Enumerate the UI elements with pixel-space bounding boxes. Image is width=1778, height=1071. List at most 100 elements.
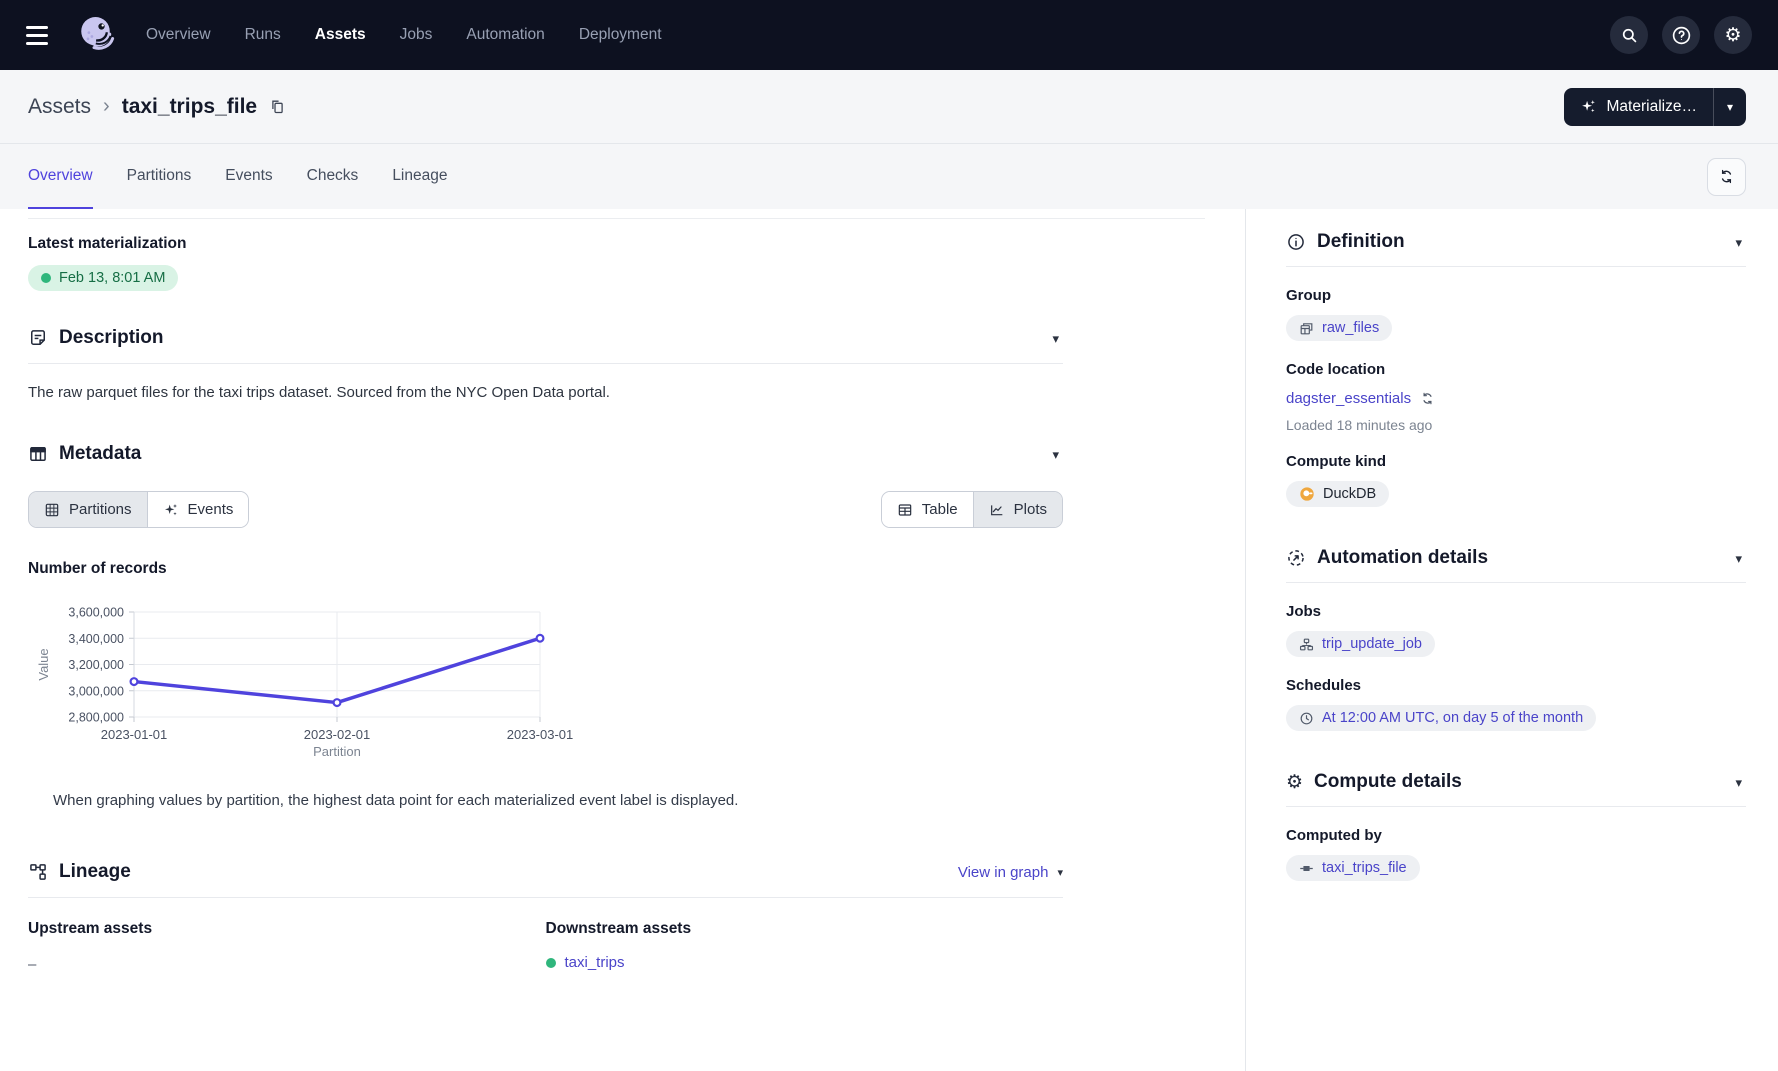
refresh-icon[interactable] — [1707, 158, 1746, 196]
definition-collapse-chevron-icon[interactable]: ▾ — [1731, 232, 1746, 253]
downstream-assets-label: Downstream assets — [546, 920, 1064, 938]
table-icon — [897, 502, 913, 518]
nav-item-overview[interactable]: Overview — [146, 26, 211, 44]
app-root: Overview Runs Assets Jobs Automation Dep… — [0, 0, 1778, 1071]
toggle-events-button[interactable]: Events — [147, 492, 249, 527]
definition-section-header: Definition ▾ — [1286, 231, 1746, 253]
tab-partitions[interactable]: Partitions — [127, 144, 192, 209]
svg-text:2023-03-01: 2023-03-01 — [507, 727, 573, 742]
latest-materialization-label: Latest materialization — [28, 235, 1063, 253]
description-text: The raw parquet files for the taxi trips… — [28, 384, 1063, 401]
sparkle-icon — [1580, 98, 1597, 115]
svg-text:3,000,000: 3,000,000 — [68, 684, 124, 698]
search-icon[interactable] — [1610, 16, 1648, 54]
svg-text:3,200,000: 3,200,000 — [68, 658, 124, 672]
tab-checks[interactable]: Checks — [307, 144, 359, 209]
breadcrumb-assets-link[interactable]: Assets — [28, 95, 91, 119]
latest-materialization-badge[interactable]: Feb 13, 8:01 AM — [28, 265, 178, 291]
downstream-assets-column: Downstream assets taxi_trips — [546, 920, 1064, 973]
success-dot-icon — [41, 273, 51, 283]
toggle-table-button[interactable]: Table — [882, 492, 973, 527]
view-in-graph-link[interactable]: View in graph ▾ — [958, 864, 1063, 881]
metadata-section: Metadata ▾ — [28, 443, 1063, 809]
chevron-down-icon: ▾ — [1727, 100, 1733, 114]
schedule-badge[interactable]: At 12:00 AM UTC, on day 5 of the month — [1286, 705, 1596, 731]
downstream-asset-link[interactable]: taxi_trips — [546, 954, 625, 971]
description-icon — [28, 328, 48, 348]
materialize-button[interactable]: Materialize… — [1564, 88, 1713, 126]
tab-events[interactable]: Events — [225, 144, 272, 209]
nav-item-jobs[interactable]: Jobs — [400, 26, 433, 44]
metadata-title: Metadata — [59, 443, 141, 465]
settings-icon[interactable]: ⚙ — [1714, 16, 1752, 54]
toggle-plots-button[interactable]: Plots — [973, 492, 1062, 527]
jobs-label: Jobs — [1286, 603, 1746, 620]
automation-collapse-chevron-icon[interactable]: ▾ — [1731, 548, 1746, 569]
menu-icon[interactable] — [26, 18, 60, 52]
compute-kind-label: Compute kind — [1286, 453, 1746, 470]
toggle-partitions-button[interactable]: Partitions — [29, 492, 147, 527]
chart-title: Number of records — [28, 560, 1063, 578]
nav-item-deployment[interactable]: Deployment — [579, 26, 662, 44]
job-badge[interactable]: trip_update_job — [1286, 631, 1435, 657]
nav-item-assets[interactable]: Assets — [315, 26, 366, 44]
lineage-section: Lineage View in graph ▾ Upstream assets … — [28, 861, 1063, 973]
svg-text:2,800,000: 2,800,000 — [68, 711, 124, 725]
computed-by-badge[interactable]: taxi_trips_file — [1286, 855, 1420, 881]
upstream-empty-value: – — [28, 956, 546, 973]
automation-title: Automation details — [1317, 547, 1488, 569]
code-location-link[interactable]: dagster_essentials — [1286, 390, 1435, 407]
page-title: taxi_trips_file — [122, 95, 257, 119]
upstream-assets-column: Upstream assets – — [28, 920, 546, 973]
reload-icon — [1420, 391, 1435, 406]
dagster-logo-icon[interactable] — [76, 14, 118, 56]
clock-icon — [1299, 711, 1314, 726]
svg-text:3,600,000: 3,600,000 — [68, 606, 124, 620]
help-icon[interactable] — [1662, 16, 1700, 54]
records-line-chart[interactable]: 2,800,000 3,000,000 3,200,000 3,400,000 3,60… — [28, 600, 1063, 762]
op-icon — [1299, 861, 1314, 876]
computed-by-label: Computed by — [1286, 827, 1746, 844]
group-badge[interactable]: raw_files — [1286, 315, 1392, 341]
compute-section-header: ⚙ Compute details ▾ — [1286, 771, 1746, 793]
schedules-label: Schedules — [1286, 677, 1746, 694]
partitions-grid-icon — [44, 502, 60, 518]
breadcrumb-separator: › — [103, 95, 110, 118]
chart-caption: When graphing values by partition, the h… — [28, 792, 1063, 809]
tab-lineage[interactable]: Lineage — [392, 144, 447, 209]
materialize-split-button: Materialize… ▾ — [1564, 88, 1746, 126]
latest-materialization-section: Latest materialization Feb 13, 8:01 AM — [28, 235, 1063, 291]
table-plots-toggle: Table Plots — [881, 491, 1063, 528]
copy-icon[interactable] — [269, 98, 286, 115]
tab-bar: Overview Partitions Events Checks Lineag… — [0, 144, 1778, 209]
tab-overview[interactable]: Overview — [28, 144, 93, 209]
partition-event-toggle: Partitions Events — [28, 491, 249, 528]
nav-item-runs[interactable]: Runs — [245, 26, 281, 44]
primary-nav: Overview Runs Assets Jobs Automation Dep… — [146, 26, 662, 44]
code-location-label: Code location — [1286, 361, 1746, 378]
svg-text:2023-01-01: 2023-01-01 — [101, 727, 168, 742]
page-header: Assets › taxi_trips_file — [0, 70, 1778, 209]
asset-status-dot-icon — [546, 958, 556, 968]
nav-item-automation[interactable]: Automation — [466, 26, 544, 44]
compute-collapse-chevron-icon[interactable]: ▾ — [1731, 772, 1746, 793]
duckdb-icon — [1299, 486, 1315, 502]
svg-text:2023-02-01: 2023-02-01 — [304, 727, 371, 742]
info-icon — [1286, 232, 1306, 252]
materialize-dropdown-button[interactable]: ▾ — [1713, 88, 1746, 126]
lineage-graph-icon — [28, 862, 48, 882]
code-location-loaded-text: Loaded 18 minutes ago — [1286, 417, 1746, 433]
svg-text:3,400,000: 3,400,000 — [68, 632, 124, 646]
lineage-title: Lineage — [59, 861, 131, 883]
description-section: Description ▾ The raw parquet files for … — [28, 327, 1063, 401]
compute-kind-badge[interactable]: DuckDB — [1286, 481, 1389, 507]
compute-details-title: Compute details — [1314, 771, 1462, 793]
events-sparkle-icon — [163, 502, 179, 518]
description-collapse-chevron-icon[interactable]: ▾ — [1048, 328, 1063, 349]
compute-gear-icon: ⚙ — [1286, 773, 1303, 792]
chevron-down-icon: ▾ — [1057, 866, 1063, 879]
metadata-collapse-chevron-icon[interactable]: ▾ — [1048, 444, 1063, 465]
nav-actions: ⚙ — [1610, 16, 1752, 54]
metadata-table-icon — [28, 444, 48, 464]
group-label: Group — [1286, 287, 1746, 304]
